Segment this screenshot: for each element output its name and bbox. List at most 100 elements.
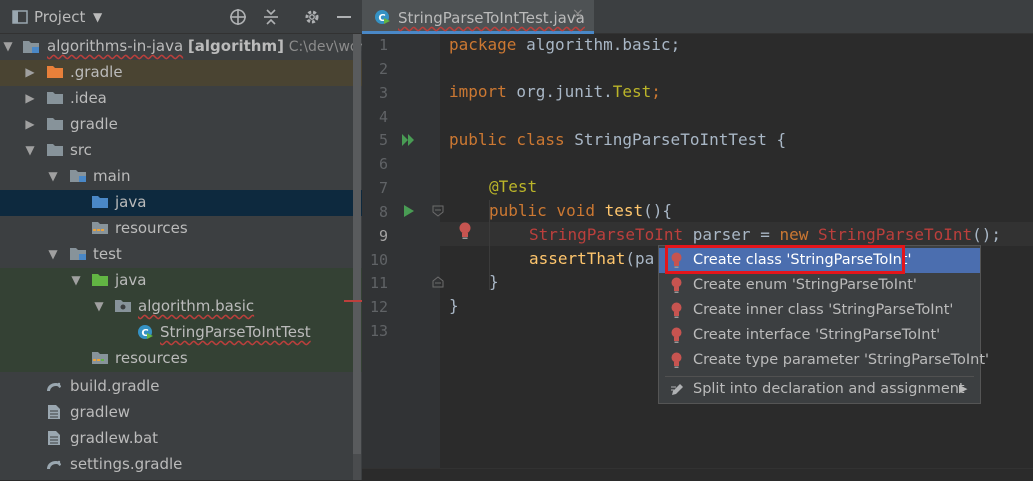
chevron-down-icon[interactable]: ▼ [93,10,102,24]
code-line-11[interactable]: } [489,272,499,291]
scrollbar-thumb[interactable] [353,34,361,454]
chevron-down-icon[interactable]: ▼ [70,273,82,287]
tree-item-gradle[interactable]: ▶ gradle [0,112,362,138]
code-token: public class [449,130,565,149]
tree-item-main[interactable]: ▼ main [0,164,362,190]
tab-string-parse-to-int-test[interactable]: C StringParseToIntTest.java × [362,0,594,34]
tree-item-settings-gradle[interactable]: settings.gradle [0,452,362,478]
tree-item-package[interactable]: ▼ algorithm.basic [0,294,362,320]
folder-icon [47,118,63,130]
tree-item-label: algorithm.basic [138,297,255,315]
code-token: package [449,35,517,54]
tree-item-gradlew[interactable]: gradlew [0,400,362,426]
run-tests-icon[interactable] [402,133,416,147]
quick-fix-create-interface[interactable]: Create interface 'StringParseToInt' [659,323,980,348]
code-line-12[interactable]: } [449,296,459,315]
code-token: StringParseToIntTest { [564,130,787,149]
chevron-down-icon[interactable]: ▼ [47,247,59,261]
gear-icon[interactable] [303,8,321,26]
lightbulb-icon [671,302,682,318]
tree-item-gradlew-bat[interactable]: gradlew.bat [0,426,362,452]
chevron-down-icon[interactable]: ▼ [24,143,36,157]
quick-fix-create-inner-class[interactable]: Create inner class 'StringParseToInt' [659,298,980,323]
tree-item-label: main [93,167,131,185]
tree-item-test-java[interactable]: ▼ java [0,268,362,294]
code-token: test [594,201,644,220]
code-token: (){ [643,201,673,220]
collapse-all-icon[interactable] [262,8,280,26]
chevron-right-icon: ▶ [959,382,968,395]
code-token: (pa [625,249,655,268]
line-number: 8 [378,203,388,221]
quick-fix-create-type-parameter[interactable]: Create type parameter 'StringParseToInt' [659,348,989,373]
tree-item-test[interactable]: ▼ test [0,242,362,268]
indent-guide [489,200,490,290]
line-number: 9 [378,227,388,245]
tree-item-main-resources[interactable]: resources [0,216,362,242]
tree-item-label: java [115,271,147,289]
module-folder-icon [70,170,86,182]
project-root-label: algorithms-in-java [47,37,184,55]
code-line-5[interactable]: public class StringParseToIntTest { [449,130,786,149]
test-source-folder-icon [92,274,108,286]
chevron-right-icon[interactable]: ▶ [24,117,36,131]
gradle-icon [47,460,61,469]
tree-item-src[interactable]: ▼ src [0,138,362,164]
chevron-right-icon[interactable]: ▶ [24,91,36,105]
code-line-8[interactable]: public void test(){ [489,201,672,220]
tree-item-label: gradlew.bat [70,429,159,447]
tree-item-test-resources[interactable]: resources [0,346,362,372]
tree-item-label: .idea [70,89,107,107]
chevron-down-icon[interactable]: ▼ [93,299,105,313]
tree-item-test-class[interactable]: C StringParseToIntTest [0,320,362,346]
code-token: algorithm.basic; [516,35,681,54]
code-line-10[interactable]: assertThat(pa [529,249,654,268]
tree-item-label: build.gradle [70,377,160,395]
editor-tab-bar: C StringParseToIntTest.java × [362,0,1033,34]
code-token: org.junit. [506,82,613,101]
project-view-icon[interactable] [12,9,28,25]
folder-icon [47,92,63,104]
project-title[interactable]: Project [34,8,85,26]
chevron-down-icon[interactable]: ▼ [2,39,14,53]
run-test-icon[interactable] [403,204,415,218]
pencil-icon [671,384,683,395]
lightbulb-icon[interactable] [458,222,472,240]
project-path: C:\dev\works [288,39,362,55]
project-panel-header: Project ▼ [0,0,362,34]
code-line-1[interactable]: package algorithm.basic; [449,35,680,54]
tree-item-project-root[interactable]: ▼ algorithms-in-java [algorithm] C:\dev\… [0,34,362,60]
fold-icon[interactable] [432,205,444,217]
tree-item-label: .gradle [70,63,123,81]
highlight-annotation-box [665,245,905,274]
module-name: [algorithm] [187,37,284,55]
lightbulb-icon [671,277,682,293]
quick-fix-split-declaration[interactable]: Split into declaration and assignment ▶ [659,377,980,402]
code-line-7[interactable]: @Test [489,177,537,196]
chevron-down-icon[interactable]: ▼ [47,169,59,183]
quick-fix-label: Split into declaration and assignment [693,381,965,397]
code-token: StringParseToInt [529,225,684,244]
line-number: 13 [369,322,388,340]
tree-item-build-gradle[interactable]: build.gradle [0,374,362,400]
module-folder-icon [23,41,39,53]
code-line-3[interactable]: import org.junit.Test; [449,82,661,101]
tree-item-label: gradle [70,115,118,133]
chevron-right-icon[interactable]: ▶ [24,65,36,79]
target-icon[interactable] [229,8,247,26]
tree-item-main-java[interactable]: java [0,190,362,216]
line-number: 7 [378,179,388,197]
tree-item-dot-gradle[interactable]: ▶ .gradle [0,60,362,86]
folder-icon [47,144,63,156]
code-editor: C StringParseToIntTest.java × 1 2 3 4 5 … [362,0,1033,480]
close-icon[interactable]: × [572,6,584,22]
quick-fix-create-enum[interactable]: Create enum 'StringParseToInt' [659,273,980,298]
tree-item-idea[interactable]: ▶ .idea [0,86,362,112]
fold-icon[interactable] [432,276,444,288]
code-line-9[interactable]: StringParseToInt parser = new StringPars… [529,225,1001,244]
quick-fix-label: Create inner class 'StringParseToInt' [693,302,954,318]
code-token: Test [612,82,652,101]
code-token: } [489,272,499,291]
class-icon: C [138,325,153,339]
minimize-icon[interactable] [336,9,352,25]
